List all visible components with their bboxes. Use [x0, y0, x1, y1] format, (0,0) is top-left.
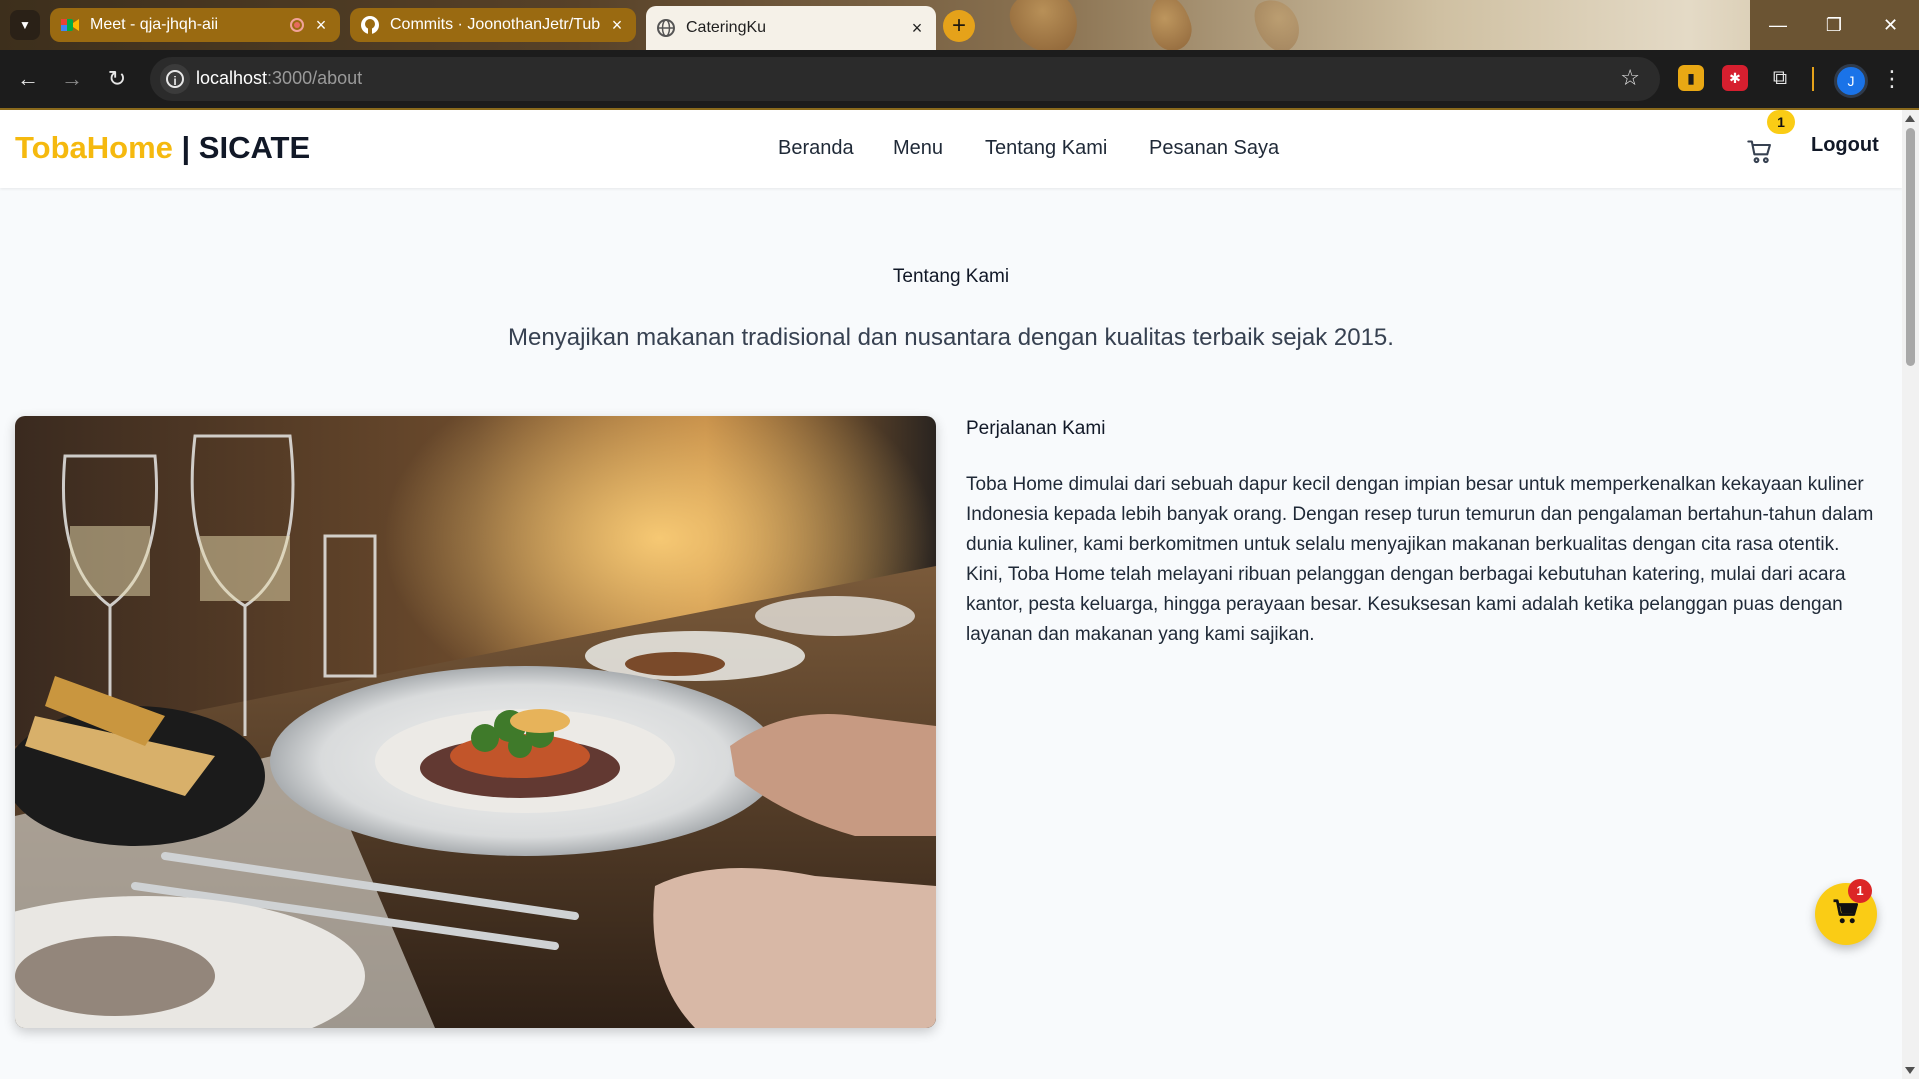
logout-button[interactable]: Logout: [1811, 134, 1879, 157]
url-text: localhost:3000/about: [196, 68, 362, 89]
nav-link-menu[interactable]: Menu: [893, 137, 943, 160]
back-button[interactable]: ←: [12, 63, 44, 95]
paragraph: Kini, Toba Home telah melayani ribuan pe…: [966, 564, 1846, 645]
url-host: localhost: [196, 68, 268, 88]
tab-title: CateringKu: [686, 19, 767, 36]
nav-link-pesanan-saya[interactable]: Pesanan Saya: [1149, 137, 1279, 160]
reload-icon: ↻: [107, 66, 127, 91]
minimize-button[interactable]: —: [1750, 0, 1806, 50]
reload-button[interactable]: ↻: [101, 63, 133, 95]
site-navbar: TobaHome | SICATE Beranda Menu Tentang K…: [0, 110, 1902, 188]
brand-name: TobaHome: [15, 130, 173, 165]
close-tab-icon[interactable]: ×: [908, 18, 926, 39]
paragraph: Toba Home dimulai dari sebuah dapur keci…: [966, 474, 1874, 555]
page-content: TobaHome | SICATE Beranda Menu Tentang K…: [0, 110, 1902, 1079]
site-info-button[interactable]: i: [160, 64, 190, 94]
browser-tab-strip: ▼ Meet - qja-jhqh-aii × Commits · Joonot…: [0, 0, 1919, 50]
nav-link-tentang-kami[interactable]: Tentang Kami: [985, 137, 1107, 160]
tab-search-button[interactable]: ▼: [10, 10, 40, 40]
github-icon: [360, 15, 380, 35]
brand-suffix: SICATE: [198, 130, 311, 165]
restaurant-dining-photo: [15, 416, 936, 1028]
tab-cateringku[interactable]: CateringKu ×: [646, 6, 936, 50]
scroll-up-arrow-icon[interactable]: [1905, 115, 1915, 122]
profile-avatar[interactable]: J: [1834, 64, 1868, 98]
forward-button[interactable]: →: [56, 63, 88, 95]
cart-icon[interactable]: [1746, 138, 1774, 166]
section-heading: Perjalanan Kami: [966, 418, 1106, 439]
close-tab-icon[interactable]: ×: [608, 15, 626, 36]
brand-separator: |: [172, 130, 199, 165]
journey-description: Toba Home dimulai dari sebuah dapur keci…: [966, 470, 1892, 650]
close-window-button[interactable]: ✕: [1862, 0, 1919, 50]
arrow-left-icon: ←: [17, 66, 39, 91]
wallpaper-leaf: [1143, 0, 1197, 50]
browser-toolbar: ← → ↻ i localhost:3000/about ☆ ▮ ✱ ⧉ ⋮: [0, 50, 1919, 110]
nav-link-beranda[interactable]: Beranda: [778, 137, 854, 160]
tab-github-commits[interactable]: Commits · JoonothanJetr/Tubes ×: [350, 8, 636, 42]
scroll-down-arrow-icon[interactable]: [1905, 1067, 1915, 1074]
more-vertical-icon: ⋮: [1881, 66, 1903, 91]
tab-title: Meet - qja-jhqh-aii: [90, 16, 219, 33]
page-scrollbar[interactable]: [1902, 110, 1919, 1079]
browser-menu-button[interactable]: ⋮: [1876, 63, 1908, 95]
address-bar[interactable]: i localhost:3000/about ☆: [150, 57, 1660, 101]
recording-icon: [290, 18, 304, 32]
info-icon: i: [166, 70, 184, 88]
toolbar-divider: [1812, 67, 1814, 91]
bookmark-star-icon[interactable]: ☆: [1620, 65, 1640, 91]
page-tagline: Menyajikan makanan tradisional dan nusan…: [508, 324, 1394, 351]
url-path: :3000/about: [267, 68, 363, 88]
scrollbar-thumb[interactable]: [1906, 128, 1915, 366]
restore-icon: ❐: [1825, 14, 1843, 35]
tab-title: Commits · JoonothanJetr/Tubes: [390, 16, 600, 33]
extension-mendeley-icon[interactable]: ✱: [1722, 65, 1748, 91]
google-meet-icon: [60, 15, 80, 35]
globe-icon: [656, 18, 676, 38]
plus-icon: +: [951, 12, 966, 39]
extension-honey-icon[interactable]: ▮: [1678, 65, 1704, 91]
wallpaper-leaf: [999, 0, 1091, 50]
tab-meet[interactable]: Meet - qja-jhqh-aii ×: [50, 8, 340, 42]
arrow-right-icon: →: [61, 66, 83, 91]
cart-count-badge: 1: [1767, 110, 1795, 134]
section-label: Tentang Kami: [892, 266, 1010, 287]
floating-cart-count-badge: 1: [1848, 879, 1872, 903]
brand-logo[interactable]: TobaHome | SICATE: [15, 130, 310, 166]
extensions-puzzle-icon[interactable]: ⧉: [1767, 65, 1793, 91]
restore-button[interactable]: ❐: [1806, 0, 1862, 50]
wallpaper-leaf: [1246, 0, 1309, 50]
chevron-down-icon: ▼: [19, 18, 31, 32]
close-tab-icon[interactable]: ×: [312, 15, 330, 36]
new-tab-button[interactable]: +: [943, 10, 975, 42]
minimize-icon: —: [1769, 14, 1787, 35]
close-icon: ✕: [1882, 14, 1899, 35]
